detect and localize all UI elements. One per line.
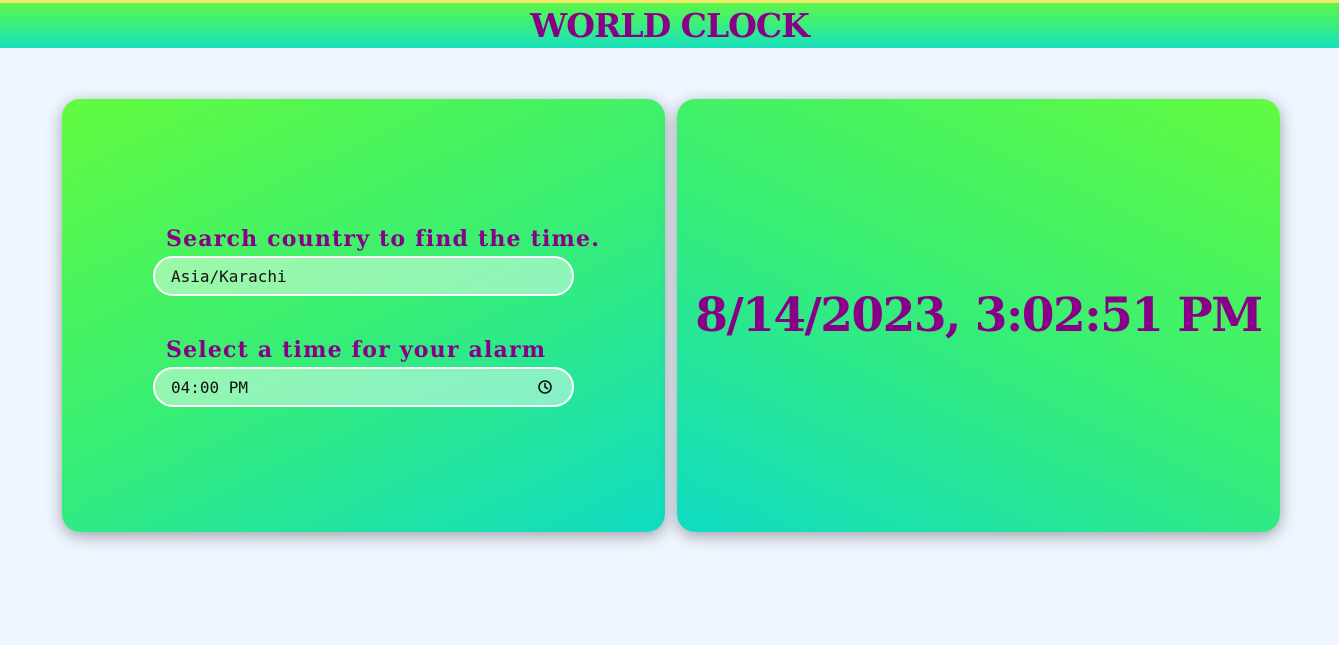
search-input[interactable]: Asia/Karachi — [153, 256, 574, 296]
time-display-card: 8/14/2023, 3:02:51 PM — [677, 99, 1280, 532]
search-label: Search country to find the time. — [166, 226, 601, 252]
controls-card: Search country to find the time. Asia/Ka… — [62, 99, 665, 532]
clock-icon[interactable] — [538, 380, 552, 394]
header-bar: WORLD CLOCK — [0, 0, 1339, 48]
alarm-time-value: 04:00 PM — [171, 377, 249, 397]
page-title: WORLD CLOCK — [530, 6, 810, 45]
alarm-time-input[interactable]: 04:00 PM — [153, 367, 574, 407]
search-input-value: Asia/Karachi — [171, 266, 287, 286]
alarm-label: Select a time for your alarm — [166, 337, 547, 363]
current-datetime: 8/14/2023, 3:02:51 PM — [695, 288, 1263, 343]
